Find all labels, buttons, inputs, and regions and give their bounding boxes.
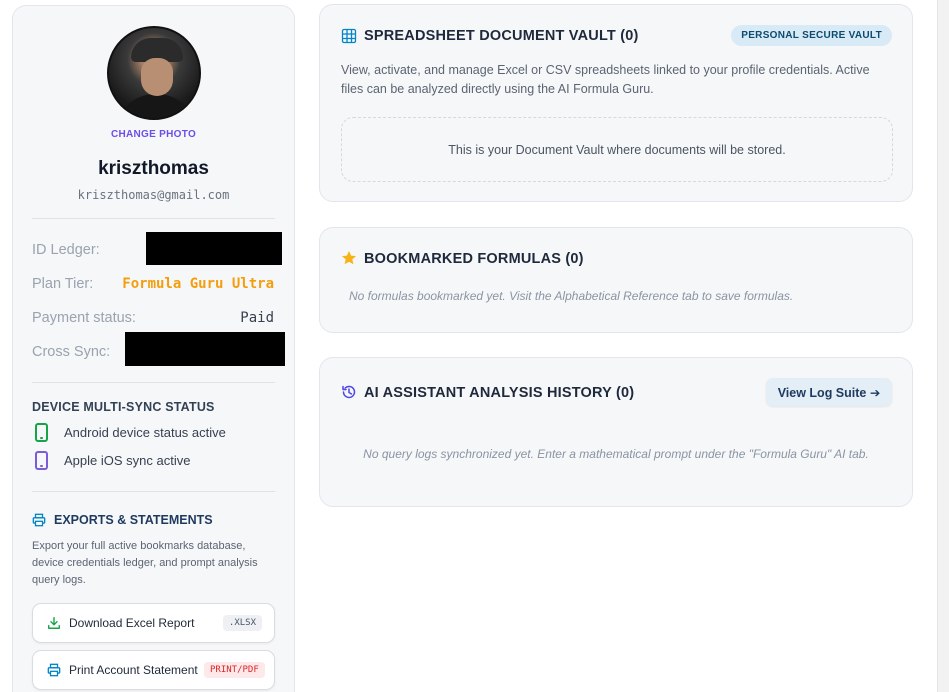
avatar-body [115, 94, 197, 118]
avatar[interactable] [107, 26, 201, 120]
divider [32, 491, 275, 492]
change-photo-link[interactable]: CHANGE PHOTO [13, 129, 294, 140]
exports-title: EXPORTS & STATEMENTS [32, 513, 213, 527]
cross-sync-redacted [125, 332, 285, 366]
history-clock-icon [342, 385, 356, 399]
star-icon [342, 251, 356, 265]
print-statement-button[interactable]: Print Account Statement PRINT/PDF [32, 650, 275, 690]
divider [32, 218, 275, 219]
user-email: kriszthomas@gmail.com [77, 188, 230, 202]
page-scrollbar[interactable] [937, 0, 949, 692]
device-label: Android device status active [64, 424, 226, 440]
profile-sidebar: CHANGE PHOTO kriszthomas kriszthomas@gma… [12, 5, 295, 692]
android-phone-icon [35, 422, 48, 442]
xlsx-tag: .XLSX [222, 615, 262, 631]
download-excel-button[interactable]: Download Excel Report .XLSX [32, 603, 275, 643]
bookmarks-empty-text: No formulas bookmarked yet. Visit the Al… [349, 289, 794, 303]
id-ledger-label: ID Ledger: [32, 242, 100, 258]
id-ledger-redacted [146, 232, 282, 265]
avatar-face [141, 58, 173, 96]
plan-tier-value: Formula Guru Ultra [122, 276, 274, 292]
download-icon [48, 617, 60, 629]
ios-phone-icon [35, 450, 48, 470]
printer-icon [32, 513, 46, 527]
payment-status-label: Payment status: [32, 310, 136, 326]
bookmarked-formulas-card: BOOKMARKED FORMULAS (0) No formulas book… [319, 227, 913, 333]
vault-description: View, activate, and manage Excel or CSV … [341, 63, 870, 96]
device-label: Apple iOS sync active [64, 452, 191, 468]
cross-sync-label: Cross Sync: [32, 344, 111, 360]
vault-title: SPREADSHEET DOCUMENT VAULT (0) [364, 28, 639, 44]
table-grid-icon [341, 28, 357, 44]
download-excel-label: Download Excel Report [69, 616, 195, 630]
device-row-ios: Apple iOS sync active [35, 450, 190, 470]
history-empty-text: No query logs synchronized yet. Enter a … [363, 447, 869, 461]
print-pdf-tag: PRINT/PDF [204, 662, 265, 678]
print-statement-label: Print Account Statement [69, 663, 198, 677]
secure-vault-badge: PERSONAL SECURE VAULT [731, 25, 892, 46]
device-sync-title: DEVICE MULTI-SYNC STATUS [32, 400, 215, 414]
history-title: AI ASSISTANT ANALYSIS HISTORY (0) [364, 385, 635, 401]
view-log-suite-button[interactable]: View Log Suite ➔ [766, 378, 892, 406]
document-vault-card: SPREADSHEET DOCUMENT VAULT (0) PERSONAL … [319, 4, 913, 202]
device-row-android: Android device status active [35, 422, 226, 442]
printer-icon [47, 663, 61, 677]
vault-empty-text: This is your Document Vault where docume… [448, 142, 786, 157]
exports-title-text: EXPORTS & STATEMENTS [54, 513, 213, 527]
exports-description: Export your full active bookmarks databa… [32, 540, 258, 586]
divider [32, 382, 275, 383]
analysis-history-card: AI ASSISTANT ANALYSIS HISTORY (0) View L… [319, 357, 913, 507]
plan-tier-label: Plan Tier: [32, 276, 94, 292]
username: kriszthomas [98, 158, 209, 179]
vault-dropzone[interactable]: This is your Document Vault where docume… [341, 117, 893, 182]
payment-status-value: Paid [240, 310, 274, 326]
bookmarks-title: BOOKMARKED FORMULAS (0) [364, 251, 584, 267]
